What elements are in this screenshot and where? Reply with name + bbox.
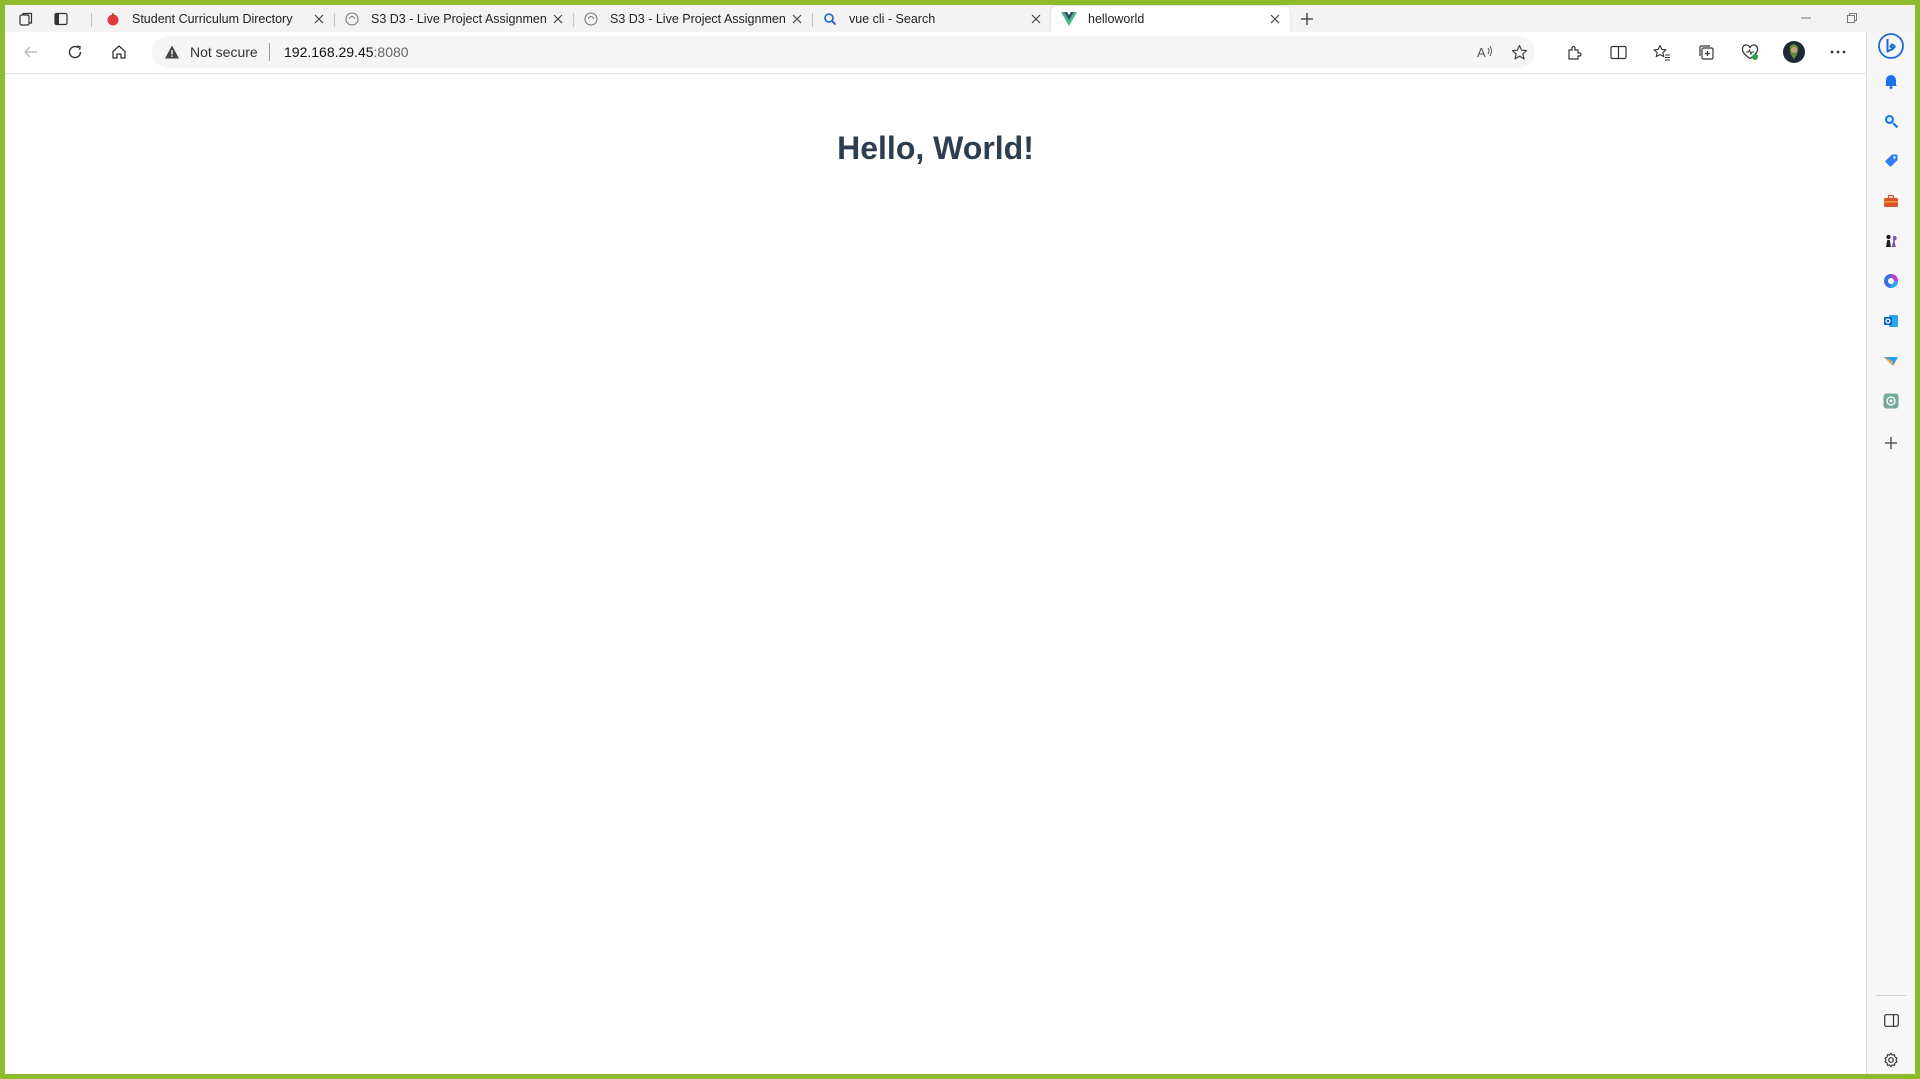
tab-title: S3 D3 - Live Project Assignment <box>610 12 786 26</box>
vue-logo-icon <box>1061 11 1077 27</box>
microsoft-365-icon[interactable] <box>1874 266 1908 296</box>
url-port: :8080 <box>373 44 409 60</box>
tab-title: helloworld <box>1088 12 1145 26</box>
globe-icon <box>583 11 599 27</box>
browser-essentials-icon[interactable] <box>1734 38 1766 66</box>
tab-title: Student Curriculum Directory <box>132 12 293 26</box>
shopping-tag-icon[interactable] <box>1874 146 1908 176</box>
url-text[interactable]: 192.168.29.45:8080 <box>284 44 409 60</box>
read-aloud-icon[interactable]: A <box>1472 40 1498 64</box>
browser-toolbar: Not secure 192.168.29.45:8080 A <box>5 32 1915 74</box>
tab-live-project-1[interactable]: S3 D3 - Live Project Assignment <box>334 6 573 32</box>
close-icon[interactable] <box>1025 8 1047 30</box>
tools-briefcase-icon[interactable] <box>1874 186 1908 216</box>
home-icon[interactable] <box>103 38 135 66</box>
more-options-icon[interactable] <box>1822 38 1854 66</box>
profile-avatar[interactable] <box>1778 38 1810 66</box>
notification-bell-icon[interactable] <box>1874 66 1908 96</box>
svg-text:A: A <box>1477 45 1486 60</box>
tab-title: vue cli - Search <box>849 12 936 26</box>
restore-icon[interactable] <box>1829 5 1875 31</box>
split-screen-icon[interactable] <box>1602 38 1634 66</box>
workspaces-icon[interactable] <box>12 8 40 30</box>
minimize-icon[interactable] <box>1783 5 1829 31</box>
tab-strip: Student Curriculum Directory S3 D3 - Liv… <box>5 5 1915 32</box>
drop-send-icon[interactable] <box>1874 346 1908 376</box>
tab-live-project-2[interactable]: S3 D3 - Live Project Assignment <box>573 6 812 32</box>
close-icon[interactable] <box>1264 8 1286 30</box>
tab-student-curriculum[interactable]: Student Curriculum Directory <box>95 6 334 32</box>
close-icon[interactable] <box>786 8 808 30</box>
page-content: Hello, World! <box>5 74 1866 1074</box>
favorite-star-icon[interactable] <box>1506 40 1532 64</box>
collections-icon[interactable] <box>1690 38 1722 66</box>
address-bar[interactable]: Not secure 192.168.29.45:8080 A <box>152 36 1535 68</box>
warning-icon[interactable] <box>164 44 180 60</box>
settings-gear-icon[interactable] <box>1874 1045 1908 1074</box>
close-icon[interactable] <box>308 8 330 30</box>
new-tab-button[interactable] <box>1293 8 1321 30</box>
back-icon[interactable] <box>15 38 47 66</box>
hide-sidebar-icon[interactable] <box>1874 1005 1908 1035</box>
tab-title: S3 D3 - Live Project Assignment <box>371 12 547 26</box>
refresh-icon[interactable] <box>59 38 91 66</box>
browser-window: Student Curriculum Directory S3 D3 - Liv… <box>5 5 1915 1074</box>
security-label[interactable]: Not secure <box>190 44 258 60</box>
page-heading: Hello, World! <box>837 130 1034 166</box>
red-apple-icon <box>105 11 121 27</box>
close-icon[interactable] <box>547 8 569 30</box>
outlook-icon[interactable] <box>1874 306 1908 336</box>
url-host: 192.168.29.45 <box>284 44 374 60</box>
games-chess-icon[interactable] <box>1874 226 1908 256</box>
edge-sidebar <box>1866 32 1915 1074</box>
add-sidebar-app-icon[interactable] <box>1874 428 1908 458</box>
extensions-icon[interactable] <box>1558 38 1590 66</box>
favorites-icon[interactable] <box>1646 38 1678 66</box>
globe-icon <box>344 11 360 27</box>
search-icon <box>822 11 838 27</box>
tab-actions-icon[interactable] <box>47 8 75 30</box>
chatgpt-icon[interactable] <box>1874 386 1908 416</box>
tab-vue-cli-search[interactable]: vue cli - Search <box>812 6 1051 32</box>
search-icon[interactable] <box>1874 106 1908 136</box>
tab-helloworld[interactable]: helloworld <box>1051 6 1290 32</box>
bing-copilot-icon[interactable] <box>1874 31 1908 61</box>
